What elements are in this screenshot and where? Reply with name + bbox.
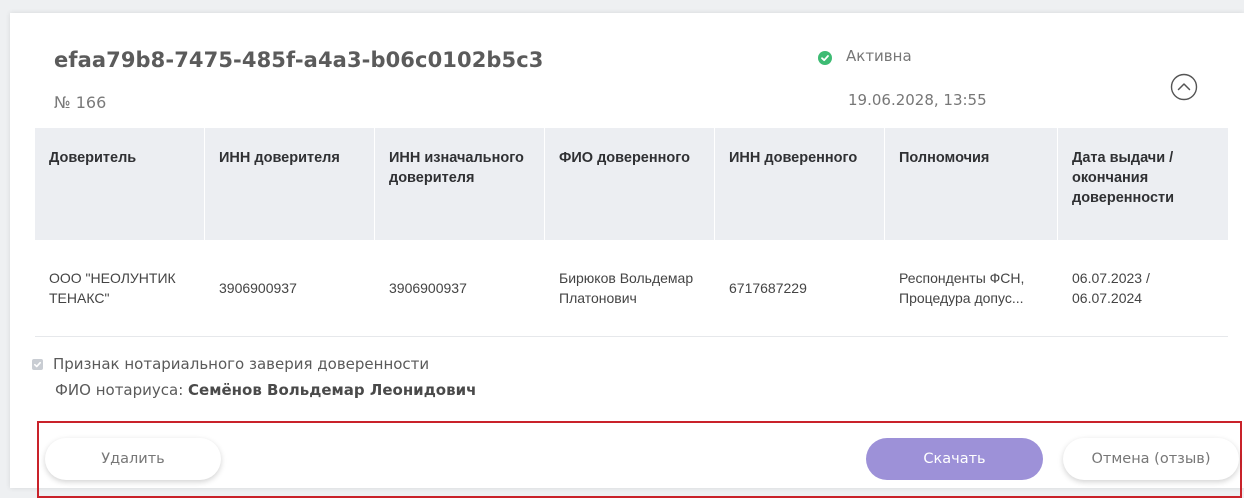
notary-checkbox[interactable] <box>32 358 43 370</box>
cell-dates: 06.07.2023 / 06.07.2024 <box>1072 270 1150 306</box>
cancel-revoke-button[interactable]: Отмена (отзыв) <box>1063 438 1239 480</box>
check-circle-icon <box>818 51 832 65</box>
cell-original-principal-inn: 3906900937 <box>389 280 467 296</box>
attorney-id: efaa79b8-7475-485f-a4a3-b06c0102b5c3 <box>54 48 544 72</box>
download-button[interactable]: Скачать <box>866 438 1043 480</box>
col-principal: Доверитель <box>35 128 205 240</box>
notary-name-label: ФИО нотариуса: <box>55 381 184 399</box>
action-footer: Удалить Скачать Отмена (отзыв) <box>37 421 1242 498</box>
col-powers: Полномочия <box>885 128 1058 240</box>
col-attorney-inn: ИНН доверенного <box>715 128 885 240</box>
cell-attorney-inn: 6717687229 <box>729 280 807 296</box>
table-row[interactable]: ООО "НЕОЛУНТИК ТЕНАКС" 3906900937 390690… <box>35 240 1228 337</box>
power-of-attorney-card: efaa79b8-7475-485f-a4a3-b06c0102b5c3 № 1… <box>10 13 1244 498</box>
col-attorney-name: ФИО доверенного <box>545 128 715 240</box>
col-original-principal-inn: ИНН изначального доверителя <box>375 128 545 240</box>
cell-powers: Респонденты ФСН, Процедура допус... <box>899 270 1025 306</box>
notary-checkbox-label: Признак нотариального заверия довереннос… <box>53 355 430 373</box>
col-dates: Дата выдачи / окончания доверенности <box>1072 150 1175 206</box>
cell-principal-inn: 3906900937 <box>219 280 297 296</box>
cell-principal: ООО "НЕОЛУНТИК ТЕНАКС" <box>49 270 176 306</box>
chevron-up-circle-icon[interactable] <box>1170 73 1198 101</box>
cell-attorney-name: Бирюков Вольдемар Платонович <box>559 270 694 306</box>
notary-name: Семёнов Вольдемар Леонидович <box>188 381 477 399</box>
attorney-table: Доверитель ИНН доверителя ИНН изначально… <box>35 128 1228 337</box>
table-header: Доверитель ИНН доверителя ИНН изначально… <box>35 128 1228 240</box>
attorney-number: № 166 <box>54 93 107 112</box>
col-principal-inn: ИНН доверителя <box>205 128 375 240</box>
status-label: Активна <box>846 47 912 65</box>
notary-name-row: ФИО нотариуса: Семёнов Вольдемар Леонидо… <box>55 381 476 399</box>
status-date: 19.06.2028, 13:55 <box>848 91 987 109</box>
delete-button[interactable]: Удалить <box>45 438 221 480</box>
notary-section: Признак нотариального заверия довереннос… <box>32 355 476 399</box>
status: Активна <box>818 47 912 65</box>
